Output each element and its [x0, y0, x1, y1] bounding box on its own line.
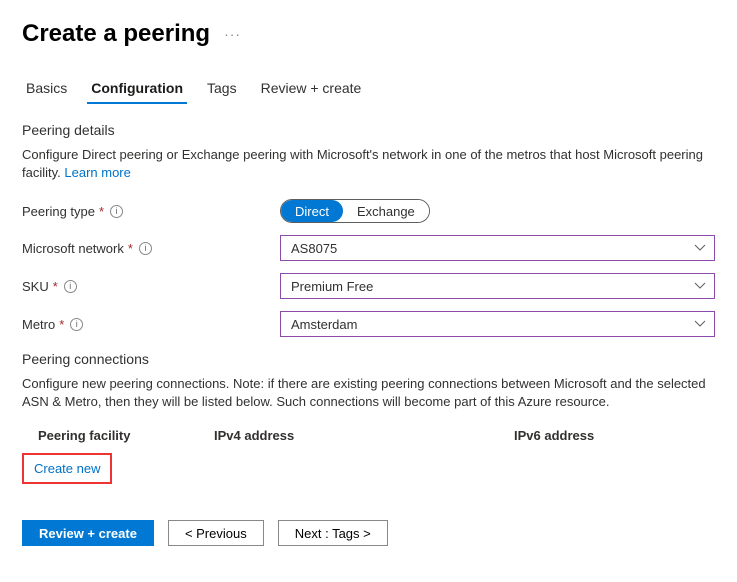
- metro-select[interactable]: Amsterdam: [280, 311, 715, 337]
- tab-review-create[interactable]: Review + create: [257, 74, 366, 104]
- ms-network-value: AS8075: [291, 241, 337, 256]
- sku-select[interactable]: Premium Free: [280, 273, 715, 299]
- info-icon[interactable]: i: [139, 242, 152, 255]
- more-icon[interactable]: ···: [224, 26, 241, 42]
- next-button[interactable]: Next : Tags >: [278, 520, 388, 546]
- metro-value: Amsterdam: [291, 317, 357, 332]
- col-peering-facility: Peering facility: [38, 428, 214, 443]
- required-marker: *: [59, 317, 64, 332]
- section-connections-heading: Peering connections: [22, 351, 715, 367]
- peering-type-direct[interactable]: Direct: [281, 200, 343, 222]
- page-title: Create a peering: [22, 20, 210, 48]
- required-marker: *: [53, 279, 58, 294]
- chevron-down-icon: [694, 320, 706, 328]
- section-connections-desc: Configure new peering connections. Note:…: [22, 375, 715, 410]
- sku-value: Premium Free: [291, 279, 373, 294]
- info-icon[interactable]: i: [110, 205, 123, 218]
- peering-type-exchange[interactable]: Exchange: [343, 200, 429, 222]
- section-peering-details-heading: Peering details: [22, 122, 715, 138]
- learn-more-link[interactable]: Learn more: [64, 165, 130, 180]
- info-icon[interactable]: i: [70, 318, 83, 331]
- label-metro: Metro: [22, 317, 55, 332]
- review-create-button[interactable]: Review + create: [22, 520, 154, 546]
- tab-tags[interactable]: Tags: [203, 74, 241, 104]
- label-ms-network: Microsoft network: [22, 241, 124, 256]
- info-icon[interactable]: i: [64, 280, 77, 293]
- previous-button[interactable]: < Previous: [168, 520, 264, 546]
- tab-configuration[interactable]: Configuration: [87, 74, 187, 104]
- create-new-highlight: Create new: [22, 453, 112, 484]
- required-marker: *: [99, 204, 104, 219]
- tab-basics[interactable]: Basics: [22, 74, 71, 104]
- chevron-down-icon: [694, 244, 706, 252]
- footer: Review + create < Previous Next : Tags >: [22, 520, 715, 546]
- chevron-down-icon: [694, 282, 706, 290]
- col-ipv6: IPv6 address: [514, 428, 715, 443]
- label-peering-type: Peering type: [22, 204, 95, 219]
- connections-table-header: Peering facility IPv4 address IPv6 addre…: [22, 428, 715, 443]
- col-ipv4: IPv4 address: [214, 428, 514, 443]
- required-marker: *: [128, 241, 133, 256]
- label-sku: SKU: [22, 279, 49, 294]
- tabs: Basics Configuration Tags Review + creat…: [22, 74, 715, 104]
- create-new-link[interactable]: Create new: [34, 461, 100, 476]
- ms-network-select[interactable]: AS8075: [280, 235, 715, 261]
- peering-type-toggle[interactable]: Direct Exchange: [280, 199, 430, 223]
- section-peering-details-desc: Configure Direct peering or Exchange pee…: [22, 146, 715, 181]
